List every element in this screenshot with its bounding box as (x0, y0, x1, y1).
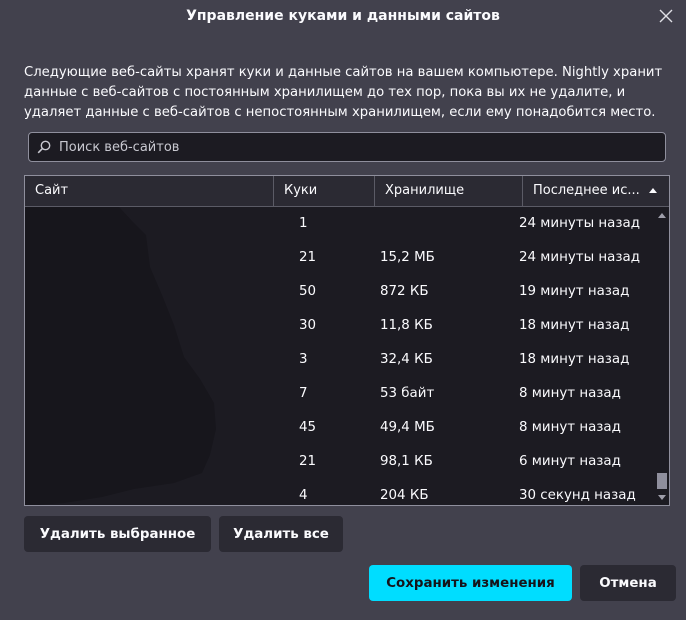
column-label-site: Сайт (35, 183, 69, 198)
table-row[interactable]: 3 32,4 КБ 18 минут назад (25, 343, 655, 377)
cell-last-used: 8 минут назад (519, 386, 621, 401)
table-body: 4 204 КБ 30 секунд назад 21 98,1 КБ 6 минут н… (25, 207, 655, 505)
cell-last-used: 6 минут назад (519, 454, 621, 469)
table-row[interactable]: 4 204 КБ 30 секунд назад (25, 479, 655, 505)
scroll-up-arrow-icon[interactable] (658, 213, 666, 218)
scrollbar-thumb[interactable] (657, 473, 667, 489)
remove-selected-button[interactable]: Удалить выбранное (24, 516, 211, 552)
cell-cookies: 21 (299, 454, 317, 469)
cell-storage: 98,1 КБ (380, 454, 433, 469)
remove-all-button[interactable]: Удалить все (219, 516, 343, 552)
cell-last-used: 24 минуты назад (519, 216, 640, 231)
dialog-titlebar: Управление куками и данными сайтов (0, 0, 686, 32)
cell-site (25, 275, 275, 309)
column-header-storage[interactable]: Хранилище (374, 176, 522, 206)
table-row[interactable]: 30 11,8 КБ 18 минут назад (25, 309, 655, 343)
table-row[interactable]: 45 49,4 МБ 8 минут назад (25, 411, 655, 445)
cell-storage: 49,4 МБ (380, 420, 435, 435)
sort-ascending-icon (649, 188, 657, 193)
dialog-title: Управление куками и данными сайтов (186, 8, 500, 24)
sites-table: Сайт Куки Хранилище Последнее ис... 4 204… (24, 175, 670, 506)
table-row[interactable]: 7 53 байт 8 минут назад (25, 377, 655, 411)
column-header-site[interactable]: Сайт (25, 176, 273, 206)
cell-cookies: 7 (299, 386, 308, 401)
cell-cookies: 4 (299, 488, 308, 503)
close-icon[interactable] (656, 6, 676, 26)
cell-site (25, 309, 275, 343)
search-field[interactable] (28, 132, 666, 162)
table-row[interactable]: 50 872 КБ 19 минут назад (25, 275, 655, 309)
cell-site (25, 411, 275, 445)
save-changes-button[interactable]: Сохранить изменения (369, 565, 572, 601)
table-row[interactable]: 21 98,1 КБ 6 минут назад (25, 445, 655, 479)
table-scrollbar[interactable] (655, 207, 669, 505)
cell-last-used: 30 секунд назад (519, 488, 636, 503)
cancel-button[interactable]: Отмена (580, 565, 676, 601)
column-header-last-used[interactable]: Последнее ис... (522, 176, 669, 206)
cell-cookies: 21 (299, 250, 317, 265)
cell-site (25, 479, 275, 505)
cell-storage: 53 байт (380, 386, 435, 401)
search-input[interactable] (57, 138, 665, 156)
table-header: Сайт Куки Хранилище Последнее ис... (25, 176, 669, 207)
cell-last-used: 18 минут назад (519, 352, 630, 367)
cell-site (25, 343, 275, 377)
column-label-storage: Хранилище (385, 183, 465, 198)
cell-last-used: 24 минуты назад (519, 250, 640, 265)
table-row[interactable]: 21 15,2 МБ 24 минуты назад (25, 241, 655, 275)
cell-site (25, 445, 275, 479)
cell-storage: 872 КБ (380, 284, 429, 299)
cell-cookies: 30 (299, 318, 317, 333)
column-label-last-used: Последнее ис... (533, 183, 640, 198)
cell-storage: 11,8 КБ (380, 318, 433, 333)
cell-site (25, 377, 275, 411)
cell-cookies: 3 (299, 352, 308, 367)
column-label-cookies: Куки (284, 183, 318, 198)
cell-storage: 15,2 МБ (380, 250, 435, 265)
cell-last-used: 19 минут назад (519, 284, 630, 299)
cell-cookies: 50 (299, 284, 317, 299)
scroll-down-arrow-icon[interactable] (658, 495, 666, 500)
cell-last-used: 8 минут назад (519, 420, 621, 435)
table-row[interactable]: 1 24 минуты назад (25, 207, 655, 241)
cell-cookies: 45 (299, 420, 317, 435)
cell-site (25, 207, 275, 241)
column-header-cookies[interactable]: Куки (273, 176, 374, 206)
dialog-description: Следующие веб-сайты хранят куки и данные… (24, 65, 663, 120)
cell-site (25, 241, 275, 275)
cell-storage (380, 207, 520, 241)
cell-last-used: 18 минут назад (519, 318, 630, 333)
search-icon (37, 139, 53, 155)
cell-storage: 32,4 КБ (380, 352, 433, 367)
cell-cookies: 1 (299, 216, 308, 231)
cell-storage: 204 КБ (380, 488, 429, 503)
